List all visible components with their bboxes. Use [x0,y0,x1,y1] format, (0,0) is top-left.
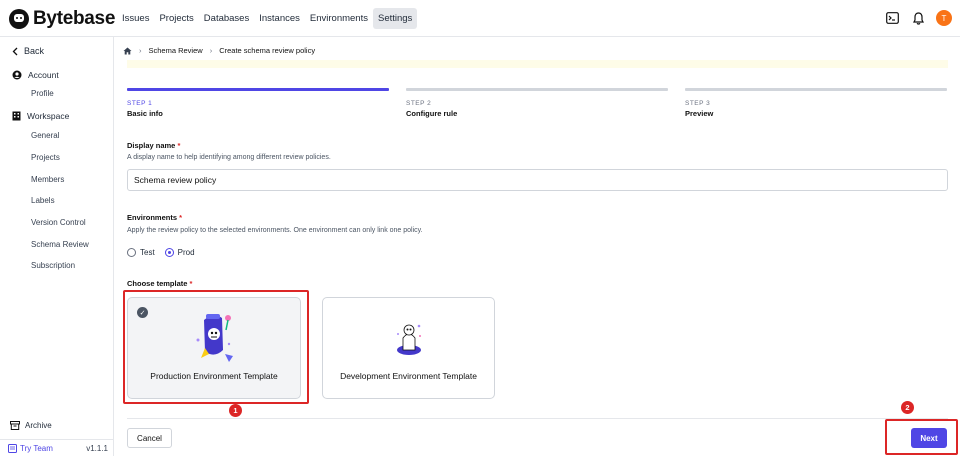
sidebar-footer: Try Team v1.1.1 [0,439,114,456]
chevron-right-icon: › [209,46,213,55]
cancel-button[interactable]: Cancel [127,428,172,448]
required-mark: * [189,279,193,288]
radio-button[interactable] [164,248,174,257]
sidebar-item-projects[interactable]: Projects [31,153,60,162]
environments-label-text: Environments [127,213,178,222]
radio-label: Prod [177,248,195,257]
sidebar-item-version-control[interactable]: Version Control [31,218,86,227]
top-icons: T [884,10,952,26]
step-bar [127,88,389,91]
avatar[interactable]: T [936,10,952,26]
nav-environments[interactable]: Environments [305,8,373,29]
template-label-text: Choose template [127,279,188,288]
sidebar-item-members[interactable]: Members [31,175,64,184]
step-number: STEP 2 [406,100,432,107]
nav-databases[interactable]: Databases [199,8,254,29]
sidebar-section-account: Account [12,70,59,80]
chevron-right-icon: › [139,46,142,55]
version-label: v1.1.1 [86,443,108,453]
nav-instances[interactable]: Instances [254,8,305,29]
breadcrumb-schema-review[interactable]: Schema Review [149,46,203,55]
nav-projects[interactable]: Projects [154,8,198,29]
step-bar [406,88,668,91]
try-team-label: Try Team [20,443,53,453]
step-number: STEP 1 [127,100,153,107]
account-label: Account [28,70,59,80]
display-name-help: A display name to help identifying among… [127,154,331,161]
breadcrumb-current: Create schema review policy [219,46,316,55]
step-bar [685,88,947,91]
environment-radio-group: Test Prod [127,248,195,257]
annotation-marker-1: 1 [229,404,242,417]
sidebar-item-general[interactable]: General [31,131,59,140]
archive-label: Archive [25,421,52,430]
chevron-left-icon [12,47,18,55]
environments-help: Apply the review policy to the selected … [127,227,423,234]
top-bar: Bytebase Issues Projects Databases Insta… [0,0,960,37]
sidebar-item-schema-review[interactable]: Schema Review [31,240,89,249]
back-label: Back [24,46,45,56]
breadcrumb: › Schema Review › Create schema review p… [123,46,315,55]
app-name: Bytebase [33,8,116,29]
development-mascot-icon [396,324,421,355]
nav-settings[interactable]: Settings [372,8,418,29]
template-label: Choose template * [127,279,192,288]
step-name: Preview [685,109,714,118]
terminal-icon[interactable] [884,10,900,26]
environment-radio-prod[interactable]: Prod [164,248,195,257]
step-basic-info[interactable]: STEP 1 Basic info [127,88,389,118]
try-team-link[interactable]: Try Team [8,443,53,453]
environment-radio-test[interactable]: Test [127,248,155,257]
workspace-label: Workspace [27,111,70,121]
bell-icon[interactable] [910,10,926,26]
step-configure-rule[interactable]: STEP 2 Configure rule [406,88,668,118]
radio-button[interactable] [127,248,136,257]
main-nav: Issues Projects Databases Instances Envi… [117,8,418,29]
required-mark: * [177,141,181,150]
step-preview[interactable]: STEP 3 Preview [685,88,947,118]
next-button[interactable]: Next [911,428,947,448]
display-name-label: Display name * [127,141,180,150]
environments-label: Environments * [127,213,182,222]
sidebar: Back Account Profile Workspace General P… [0,37,114,456]
required-mark: * [179,213,183,222]
nav-issues[interactable]: Issues [117,8,154,29]
annotation-marker-2: 2 [901,401,914,414]
bytebase-logo-icon [9,9,29,29]
step-progress: STEP 1 Basic info STEP 2 Configure rule … [127,88,948,118]
home-icon[interactable] [123,47,132,55]
development-template-card[interactable]: Development Environment Template [322,297,495,399]
footer-divider [127,418,948,419]
back-button[interactable]: Back [12,46,44,56]
template-card-label: Development Environment Template [340,371,477,381]
info-banner [127,60,948,68]
logo[interactable]: Bytebase [9,8,115,30]
sidebar-item-labels[interactable]: Labels [31,196,55,205]
sidebar-item-subscription[interactable]: Subscription [31,261,75,270]
user-circle-icon [12,70,22,80]
team-icon [8,443,17,453]
display-name-label-text: Display name [127,141,176,150]
step-number: STEP 3 [685,100,711,107]
radio-label: Test [140,248,155,257]
sidebar-section-workspace: Workspace [12,111,69,121]
sidebar-item-archive[interactable]: Archive [10,421,52,430]
sidebar-item-profile[interactable]: Profile [31,89,54,98]
highlight-box-template [123,290,309,404]
display-name-input[interactable] [127,169,948,191]
archive-icon [10,421,20,430]
building-icon [12,111,21,121]
step-name: Basic info [127,109,163,118]
step-name: Configure rule [406,109,458,118]
